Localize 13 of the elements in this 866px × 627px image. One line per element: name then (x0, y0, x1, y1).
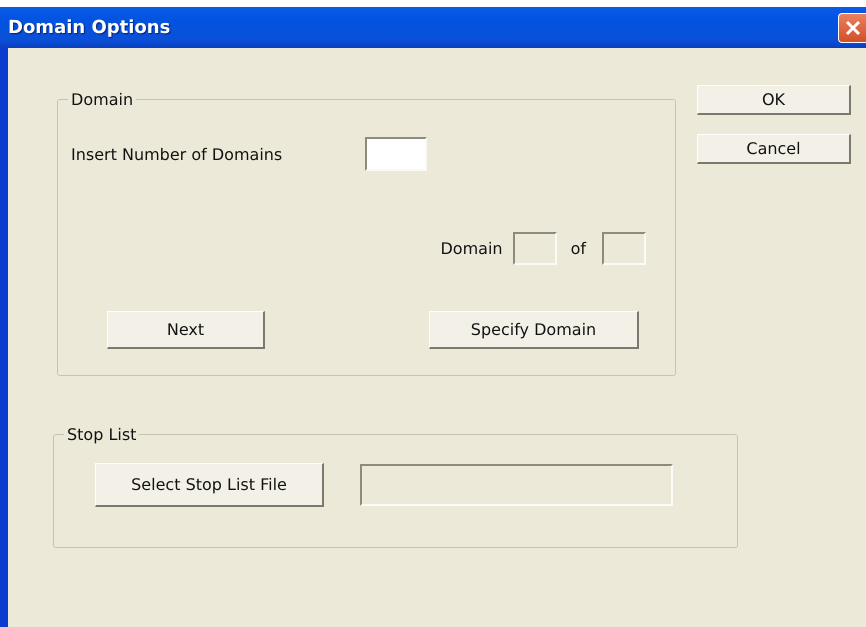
number-of-domains-field[interactable] (365, 137, 427, 171)
ok-button[interactable]: OK (697, 85, 851, 115)
domain-label: Domain (440, 239, 503, 258)
select-stop-list-file-button[interactable]: Select Stop List File (95, 463, 324, 507)
number-of-domains-label: Insert Number of Domains (71, 144, 284, 164)
close-icon (844, 20, 860, 36)
of-label: of (570, 239, 586, 258)
specify-domain-button[interactable]: Specify Domain (429, 311, 639, 349)
cancel-button[interactable]: Cancel (697, 134, 851, 164)
next-button[interactable]: Next (107, 311, 265, 349)
group-title: Stop List (64, 425, 140, 444)
close-button[interactable] (838, 12, 866, 42)
window-title: Domain Options (8, 17, 170, 38)
